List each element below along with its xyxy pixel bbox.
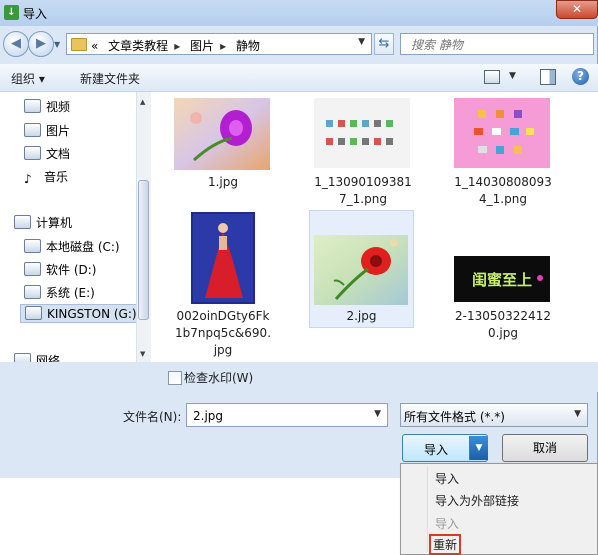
file-name: 1_14030808093 [454,175,552,189]
filename-dropdown-icon[interactable]: ▼ [374,409,381,419]
filename-combobox[interactable]: ▼ [186,403,388,427]
usb-drive-icon [25,306,42,320]
pink-icons-thumbnail [454,98,550,168]
close-button[interactable]: ✕ [556,0,598,19]
import-button[interactable]: 导入 ▼ [402,434,488,462]
refresh-icon[interactable]: ⇆ [374,33,394,55]
file-item-1-130901093817-1-png[interactable]: 1_13090109381 7_1.png [311,96,415,206]
navigation-bar: ◀ ▶ ▼ « 文章类教程 ▸ 图片 ▸ 静物 ▼ ⇆ [0,28,598,58]
scroll-down-icon[interactable]: ▼ [140,350,145,358]
documents-library-icon [24,146,41,160]
file-name-line2: 4_1.png [479,192,527,206]
network-icon [14,353,31,362]
navigation-pane: 视频 图片 文档 ♪ 音乐 计算机 本地磁盘 (C:) 软件 (D:) 系统 (E… [0,92,151,362]
breadcrumb-separator-icon[interactable]: ▸ [174,39,180,53]
file-list: 1.jpg 1_13090109381 7_1.png 1_1403080809… [151,92,598,362]
navigation-scrollbar[interactable]: ▲ ▼ [136,92,151,362]
view-icon[interactable] [484,70,500,84]
import-options-chevron-icon[interactable]: ▼ [469,436,488,460]
sidebar-item-kingston-g[interactable]: KINGSTON (G:) [20,304,142,323]
menu-gutter [427,466,428,552]
sidebar-item-drive-d[interactable]: 软件 (D:) [24,261,96,278]
filename-label: 文件名(N): [123,410,182,424]
import-dialog: ↓ 导入 ✕ ◀ ▶ ▼ « 文章类教程 ▸ 图片 ▸ 静物 ▼ ⇆ 组织 ▾ 新建… [0,0,598,478]
organize-menu[interactable]: 组织 ▾ [11,70,45,87]
menu-item-import-as-link[interactable]: 导入为外部链接 [435,492,519,509]
file-name: 1.jpg [207,175,239,189]
breadcrumb-item-tutorials[interactable]: 文章类教程 [108,39,168,53]
new-folder-button[interactable]: 新建文件夹 [80,70,140,87]
back-arrow-icon[interactable]: ◀ [3,31,29,57]
search-box[interactable] [400,33,594,55]
import-button-label: 导入 [423,443,448,457]
sidebar-item-documents[interactable]: 文档 [24,145,70,162]
file-name: 2-13050322412 [455,309,551,323]
computer-icon [14,215,31,229]
sidebar-item-video[interactable]: 视频 [24,98,70,115]
pictures-library-icon [24,123,41,137]
file-type-dropdown-icon[interactable]: ▼ [574,409,581,419]
video-library-icon [24,99,41,113]
drive-icon [24,285,41,299]
folder-icon [71,38,87,51]
search-input[interactable] [409,35,583,55]
sidebar-item-network[interactable]: 网络 [14,352,60,362]
sidebar-item-computer[interactable]: 计算机 [14,214,72,231]
drive-icon [24,262,41,276]
watermark-checkbox[interactable] [168,371,182,385]
file-item-2-jpg[interactable]: 2.jpg [309,210,414,328]
sidebar-item-pictures[interactable]: 图片 [24,122,70,139]
recent-pages-chevron-icon[interactable]: ▼ [54,40,60,49]
watermark-label[interactable]: 检查水印(W) [184,369,253,386]
file-item-002oindgty6fk[interactable]: 002oinDGty6Fk 1b7npq5c&690. jpg [171,210,275,362]
file-item-1-jpg[interactable]: 1.jpg [171,96,275,192]
file-type-select[interactable]: 所有文件格式 (*.*) ▼ [400,403,588,427]
icon-set-thumbnail [314,98,410,168]
menu-item-import[interactable]: 导入 [435,470,459,487]
file-name-line3: jpg [213,343,233,357]
red-flower-thumbnail [314,235,408,305]
breadcrumb-overflow[interactable]: « [91,39,98,53]
options-row [0,362,598,392]
import-options-menu: 导入 导入为外部链接 导入 重新 [400,463,598,555]
breadcrumb-item-still-life[interactable]: 静物 [236,39,260,53]
sidebar-item-music[interactable]: ♪ 音乐 [24,168,68,186]
window-title: 导入 [23,7,48,21]
command-toolbar: 组织 ▾ 新建文件夹 ▼ ? [0,64,598,92]
forward-arrow-icon[interactable]: ▶ [28,31,54,57]
file-name: 1_13090109381 [314,175,412,189]
file-name-line2: 7_1.png [339,192,387,206]
music-library-icon: ♪ [24,172,32,186]
local-disk-icon [24,239,41,253]
filename-input[interactable] [191,405,365,427]
file-name: 2.jpg [346,309,377,323]
preview-pane-icon[interactable] [540,69,556,85]
cancel-button[interactable]: 取消 [502,434,588,462]
file-name-line2: 0.jpg [487,326,519,340]
sidebar-item-local-disk-c[interactable]: 本地磁盘 (C:) [24,238,120,255]
sidebar-item-drive-e[interactable]: 系统 (E:) [24,284,95,301]
file-type-value: 所有文件格式 (*.*) [404,410,505,424]
scrollbar-thumb[interactable] [138,180,149,320]
file-item-1-140308080934-1-png[interactable]: 1_14030808093 4_1.png [451,96,555,206]
flower-thumbnail [174,98,270,170]
view-dropdown-icon[interactable]: ▼ [509,71,516,81]
help-icon[interactable]: ? [572,68,589,85]
import-app-icon: ↓ [4,5,19,20]
scroll-up-icon[interactable]: ▲ [140,98,145,106]
file-name-line2: 1b7npq5c&690. [174,326,272,340]
file-name: 002oinDGty6Fk [176,309,270,323]
menu-item-import-disabled: 导入 [435,517,460,531]
breadcrumb: « 文章类教程 ▸ 图片 ▸ 静物 [91,37,266,54]
breadcrumb-item-pictures[interactable]: 图片 [190,39,214,53]
breadcrumb-separator-icon[interactable]: ▸ [220,39,226,53]
neon-text: 闺蜜至上 [472,271,532,289]
neon-text-thumbnail: 闺蜜至上 [454,256,550,302]
address-dropdown-icon[interactable]: ▼ [358,37,365,47]
menu-item-reimport[interactable]: 重新 [429,534,462,555]
title-bar: ↓ 导入 ✕ [0,0,598,26]
address-bar[interactable]: « 文章类教程 ▸ 图片 ▸ 静物 ▼ [66,33,372,55]
file-item-2-130503224120-jpg[interactable]: 闺蜜至上 2-13050322412 0.jpg [451,210,555,340]
portrait-thumbnail [191,212,255,304]
